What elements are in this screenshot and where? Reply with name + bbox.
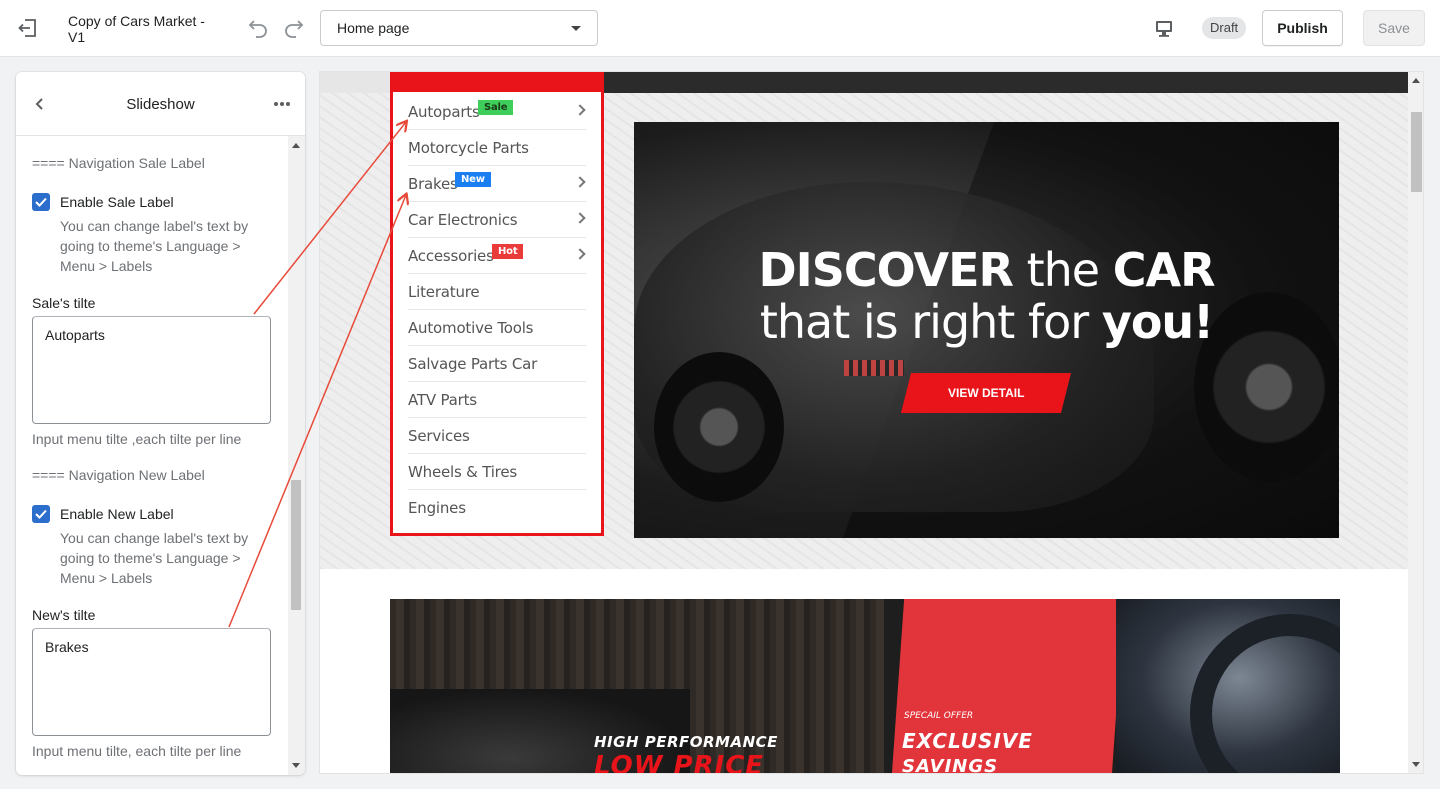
panel-title: Slideshow <box>126 96 195 113</box>
exit-icon <box>18 19 36 37</box>
enable-new-label-checkbox[interactable]: Enable New Label <box>32 505 174 523</box>
hero-line2: that is right for <box>759 295 1102 349</box>
enable-sale-label-checkbox[interactable]: Enable Sale Label <box>32 193 174 211</box>
hero-word-discover: DISCOVER <box>758 243 1014 297</box>
menu-item[interactable]: Accessories Hot <box>408 238 586 274</box>
new-help-text: You can change label's text by going to … <box>60 530 249 586</box>
menu-item[interactable]: Motorcycle Parts <box>408 130 586 166</box>
menu-item-label: Brakes <box>408 174 458 193</box>
scroll-up-icon[interactable] <box>1412 78 1420 83</box>
theme-preview: DISCOVER the CAR that is right for you! … <box>319 71 1424 774</box>
theme-title: Copy of Cars Market - V1 <box>68 13 205 45</box>
hero-word-car: CAR <box>1112 243 1216 297</box>
new-title-help: Input menu tilte, each tilte per line <box>32 743 242 759</box>
new-title-textarea[interactable]: Brakes <box>32 628 271 736</box>
preview-scrollbar[interactable] <box>1408 72 1423 773</box>
chevron-right-icon <box>574 176 586 188</box>
scroll-down-icon[interactable] <box>1412 762 1420 767</box>
menu-item-label: Salvage Parts Car <box>408 354 538 373</box>
panel-body: ==== Navigation Sale Label Enable Sale L… <box>16 136 288 775</box>
menu-item[interactable]: Salvage Parts Car <box>408 346 586 382</box>
menu-item-label: Motorcycle Parts <box>408 138 529 157</box>
checkbox-label: Enable New Label <box>60 506 174 522</box>
view-detail-button[interactable]: VIEW DETAIL <box>901 373 1071 413</box>
banner-special-offer: SPECAIL OFFER <box>904 711 974 721</box>
menu-item-label: Literature <box>408 282 480 301</box>
hero-heading: DISCOVER the CAR that is right for you! <box>634 244 1339 348</box>
menu-item-label: Accessories <box>408 246 494 265</box>
hero-word-you: you! <box>1101 295 1214 349</box>
status-badge: Draft <box>1202 17 1247 39</box>
settings-panel: Slideshow ==== Navigation Sale Label Ena… <box>16 72 305 775</box>
menu-item[interactable]: Automotive Tools <box>408 310 586 346</box>
menu-item-label: Automotive Tools <box>408 318 534 337</box>
hero-word-the: the <box>1012 243 1113 297</box>
sale-title-textarea[interactable]: Autoparts <box>32 316 271 424</box>
promo-banner[interactable]: HIGH PERFORMANCE LOW PRICE SPECAIL OFFER… <box>390 599 1340 774</box>
panel-scrollbar[interactable] <box>288 136 305 775</box>
menu-item[interactable]: Wheels & Tires <box>408 454 586 490</box>
preview-canvas: DISCOVER the CAR that is right for you! … <box>320 72 1408 774</box>
menu-item[interactable]: ATV Parts <box>408 382 586 418</box>
chevron-right-icon <box>574 104 586 116</box>
menu-item[interactable]: Brakes New <box>408 166 586 202</box>
menu-item[interactable]: Literature <box>408 274 586 310</box>
page-select[interactable]: Home page <box>320 10 598 46</box>
menu-item-label: Wheels & Tires <box>408 462 517 481</box>
menu-item[interactable]: Car Electronics <box>408 202 586 238</box>
exit-button[interactable] <box>14 14 42 42</box>
top-bar: Copy of Cars Market - V1 Home page Draft… <box>0 0 1440 57</box>
menu-item[interactable]: Autoparts Sale <box>408 94 586 130</box>
menu-item-label: ATV Parts <box>408 390 477 409</box>
scrollbar-thumb[interactable] <box>1411 112 1422 192</box>
chevron-right-icon <box>574 212 586 224</box>
caret-down-icon <box>571 25 581 31</box>
menu-badge-sale: Sale <box>478 100 514 115</box>
menu-item-label: Autoparts <box>408 102 480 121</box>
sale-help-text: You can change label's text by going to … <box>60 218 249 274</box>
menu-item[interactable]: Engines <box>408 490 586 526</box>
checkmark-icon <box>35 197 47 207</box>
more-button[interactable] <box>270 92 294 116</box>
banner-high-performance: HIGH PERFORMANCE <box>594 733 778 751</box>
menu-badge-new: New <box>455 172 491 187</box>
new-title-label: New's tilte <box>32 607 96 623</box>
sale-title-label: Sale's tilte <box>32 295 96 311</box>
menu-item-label: Car Electronics <box>408 210 518 229</box>
redo-icon <box>285 20 304 38</box>
desktop-icon <box>1156 21 1172 37</box>
view-detail-label: VIEW DETAIL <box>947 386 1025 400</box>
checkmark-icon <box>35 509 47 519</box>
panel-header: Slideshow <box>16 72 305 136</box>
publish-button[interactable]: Publish <box>1262 10 1343 46</box>
sale-section-heading: ==== Navigation Sale Label <box>32 155 205 171</box>
scrollbar-thumb[interactable] <box>291 480 301 610</box>
banner-exclusive: EXCLUSIVE <box>902 729 1033 753</box>
menu-item-label: Engines <box>408 499 466 517</box>
scroll-down-icon[interactable] <box>292 763 300 768</box>
new-section-heading: ==== Navigation New Label <box>32 467 205 483</box>
category-menu: Autoparts Sale Motorcycle Parts Brakes New Ca… <box>390 72 604 536</box>
checkbox-checked[interactable] <box>32 505 50 523</box>
banner-low-price: LOW PRICE <box>594 751 765 774</box>
more-icon <box>274 102 290 106</box>
scroll-up-icon[interactable] <box>292 143 300 148</box>
banner-savings: SAVINGS <box>902 756 999 774</box>
redo-button[interactable] <box>280 14 308 42</box>
undo-icon <box>248 20 267 38</box>
chevron-right-icon <box>574 248 586 260</box>
menu-item[interactable]: Services <box>408 418 586 454</box>
page-select-value: Home page <box>337 20 410 36</box>
checkbox-label: Enable Sale Label <box>60 194 174 210</box>
checkbox-checked[interactable] <box>32 193 50 211</box>
menu-badge-hot: Hot <box>492 244 524 259</box>
sale-title-help: Input menu tilte ,each tilte per line <box>32 431 242 447</box>
undo-button[interactable] <box>244 14 272 42</box>
menu-item-label: Services <box>408 426 470 445</box>
save-button[interactable]: Save <box>1363 10 1425 46</box>
device-toggle-button[interactable] <box>1150 14 1178 42</box>
